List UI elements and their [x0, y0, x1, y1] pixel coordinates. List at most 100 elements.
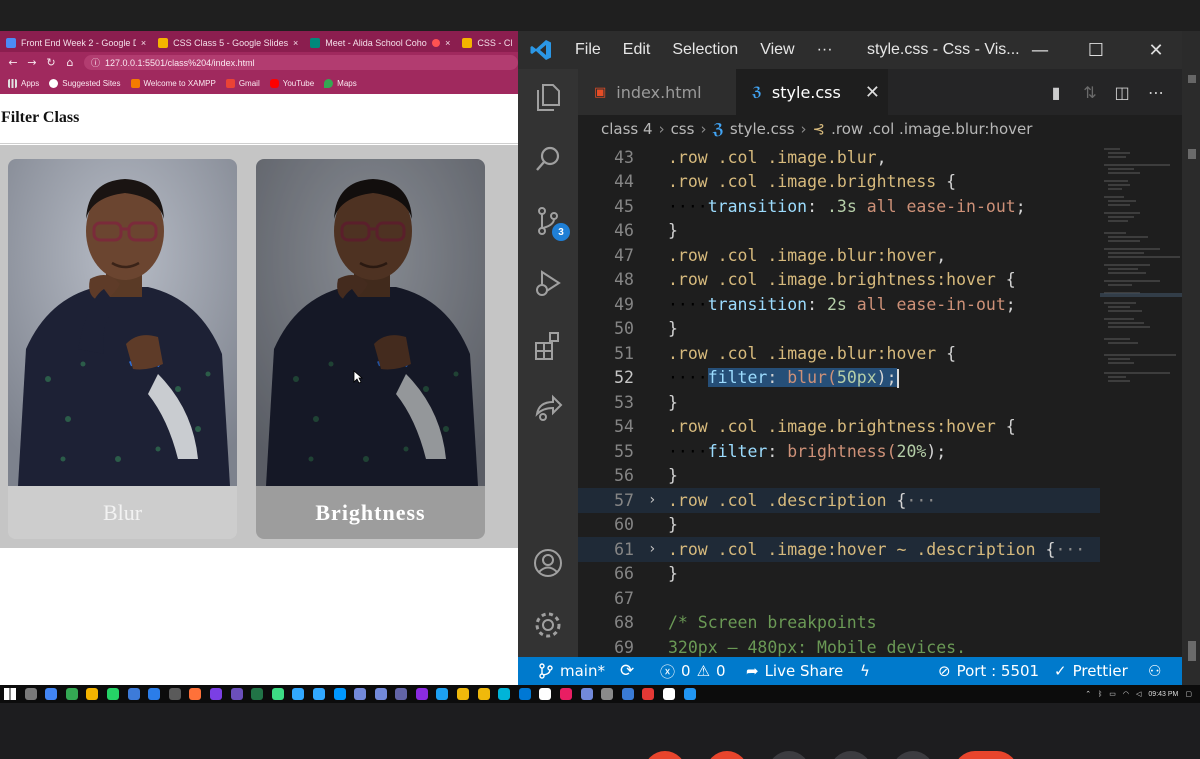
- source-control-icon[interactable]: 3: [528, 201, 570, 241]
- code-line[interactable]: 69 320px — 480px: Mobile devices.: [578, 635, 1100, 657]
- browser-tab-meet[interactable]: Meet - Alida School Cohort ×: [304, 33, 456, 52]
- code-line[interactable]: 51 .row .col .image.blur:hover {: [578, 341, 1100, 366]
- url-field[interactable]: ⓘ 127.0.0.1:5501/class%204/index.html: [84, 55, 518, 70]
- breadcrumb-folder[interactable]: class 4: [601, 120, 653, 138]
- taskbar-app-icon[interactable]: [271, 688, 284, 700]
- file-icon[interactable]: ▮: [1044, 81, 1068, 103]
- taskbar-app-icon[interactable]: [333, 688, 346, 700]
- code-line[interactable]: 53}: [578, 390, 1100, 415]
- taskbar-app-icon[interactable]: [209, 688, 222, 700]
- settings-gear-icon[interactable]: [528, 605, 568, 645]
- tab-close-icon[interactable]: ×: [445, 38, 450, 48]
- network-icon[interactable]: ▭: [1109, 690, 1116, 698]
- code-line[interactable]: 60}: [578, 513, 1100, 538]
- code-line[interactable]: 56}: [578, 464, 1100, 489]
- portrait-photo-brightness[interactable]: [256, 159, 485, 486]
- taskbar-app-icon[interactable]: [189, 688, 202, 700]
- code-line[interactable]: 54 .row .col .image.brightness:hover {: [578, 415, 1100, 440]
- taskbar-app-icon[interactable]: [683, 688, 696, 700]
- taskbar-app-icon[interactable]: [601, 688, 614, 700]
- menu-more[interactable]: ···: [806, 41, 844, 59]
- prettier-status[interactable]: ✓ Prettier: [1054, 657, 1128, 685]
- notifications-icon[interactable]: ▢: [1185, 690, 1192, 698]
- forward-icon[interactable]: →: [27, 56, 37, 69]
- scroll-arrow-icon[interactable]: [1188, 75, 1196, 83]
- taskbar-app-icon[interactable]: [106, 688, 119, 700]
- code-line[interactable]: 52 ····filter: blur(50px);: [578, 366, 1100, 391]
- code-line[interactable]: 47 .row .col .image.blur:hover,: [578, 243, 1100, 268]
- browser-tab-css[interactable]: CSS - Class 4: [456, 33, 518, 52]
- explorer-icon[interactable]: [528, 77, 568, 117]
- code-line[interactable]: 45 ····transition: .3s all ease-in-out;: [578, 194, 1100, 219]
- code-line[interactable]: 57 › .row .col .description {···: [578, 488, 1100, 513]
- mic-off-button[interactable]: [644, 751, 686, 759]
- bookmark-maps[interactable]: Maps: [324, 79, 357, 88]
- code-line[interactable]: 67: [578, 586, 1100, 611]
- extensions-icon[interactable]: [528, 325, 568, 365]
- scroll-thumb[interactable]: [1188, 149, 1196, 159]
- code-editor[interactable]: 43 .row .col .image.blur, 44 .row .col .ima…: [578, 143, 1100, 657]
- menu-selection[interactable]: Selection: [661, 41, 749, 59]
- code-line[interactable]: 61 › .row .col .image:hover ~ .description…: [578, 537, 1100, 562]
- bookmark-gmail[interactable]: Gmail: [225, 79, 260, 88]
- live-share-status[interactable]: ➦ Live Share: [746, 657, 843, 685]
- code-line[interactable]: 50}: [578, 317, 1100, 342]
- taskbar-app-icon[interactable]: [230, 688, 243, 700]
- fold-chevron-icon[interactable]: ›: [648, 492, 656, 508]
- problems-indicator[interactable]: ⓧ 0 ⚠ 0: [660, 657, 726, 685]
- menu-view[interactable]: View: [749, 41, 805, 59]
- taskbar-app-icon[interactable]: [395, 688, 408, 700]
- card-blur[interactable]: Blur: [8, 159, 237, 539]
- lightning-button[interactable]: ϟ: [860, 657, 870, 685]
- home-icon[interactable]: ⌂: [65, 56, 75, 69]
- reload-icon[interactable]: ↻: [46, 56, 56, 69]
- bookmark-apps[interactable]: Apps: [8, 79, 39, 88]
- feedback-button[interactable]: ⚇: [1148, 657, 1161, 685]
- taskbar-app-icon[interactable]: [168, 688, 181, 700]
- scroll-thumb[interactable]: [1188, 641, 1196, 661]
- split-editor-icon[interactable]: ◫: [1110, 81, 1134, 103]
- taskbar-app-icon[interactable]: [415, 688, 428, 700]
- code-line[interactable]: 48 .row .col .image.brightness:hover {: [578, 268, 1100, 293]
- camera-off-button[interactable]: [706, 751, 748, 759]
- taskbar-app-icon[interactable]: [148, 688, 161, 700]
- taskbar-app-icon[interactable]: [45, 688, 58, 700]
- taskbar-app-icon[interactable]: [663, 688, 675, 700]
- chevron-up-icon[interactable]: ⌃: [1085, 690, 1091, 698]
- taskbar-app-icon[interactable]: [477, 688, 490, 700]
- windows-start-icon[interactable]: [4, 688, 16, 700]
- maximize-button[interactable]: ☐: [1076, 31, 1116, 69]
- taskbar-app-icon[interactable]: [518, 688, 531, 700]
- code-line[interactable]: 43 .row .col .image.blur,: [578, 145, 1100, 170]
- code-line[interactable]: 68 /* Screen breakpoints: [578, 611, 1100, 636]
- taskbar-app-icon[interactable]: [436, 688, 449, 700]
- taskbar-app-icon[interactable]: [24, 688, 37, 700]
- raise-hand-button[interactable]: [830, 751, 872, 759]
- breadcrumb-symbol[interactable]: .row .col .image.blur:hover: [831, 120, 1032, 138]
- bluetooth-icon[interactable]: ᛒ: [1098, 691, 1102, 698]
- taskbar-app-icon[interactable]: [127, 688, 140, 700]
- clock[interactable]: 09:43 PM: [1148, 691, 1178, 698]
- minimize-button[interactable]: —: [1020, 31, 1060, 69]
- portrait-photo-blur[interactable]: [8, 159, 237, 486]
- breadcrumb-file[interactable]: style.css: [730, 120, 795, 138]
- code-line[interactable]: 49 ····transition: 2s all ease-in-out;: [578, 292, 1100, 317]
- tab-close-icon[interactable]: ×: [293, 38, 298, 48]
- taskbar-app-icon[interactable]: [621, 688, 634, 700]
- browser-tab-drive[interactable]: Front End Week 2 - Google Drive ×: [0, 33, 152, 52]
- sync-button[interactable]: ⟳: [620, 657, 634, 685]
- taskbar-app-icon[interactable]: [86, 688, 99, 700]
- taskbar-app-icon[interactable]: [354, 688, 367, 700]
- taskbar-app-icon[interactable]: [374, 688, 387, 700]
- card-brightness[interactable]: Brightness: [256, 159, 485, 539]
- taskbar-app-icon[interactable]: [251, 688, 264, 700]
- accounts-icon[interactable]: [528, 543, 568, 583]
- minimap[interactable]: [1100, 143, 1184, 657]
- info-icon[interactable]: ⓘ: [91, 56, 100, 69]
- browser-tab-slides[interactable]: CSS Class 5 - Google Slides ×: [152, 33, 304, 52]
- live-server-port[interactable]: ⊘ Port : 5501: [938, 657, 1039, 685]
- bookmark-suggested-sites[interactable]: Suggested Sites: [49, 79, 121, 88]
- bookmark-xampp[interactable]: Welcome to XAMPP: [130, 79, 216, 88]
- tab-style-css[interactable]: ℨ style.css ✕: [736, 69, 888, 115]
- taskbar-app-icon[interactable]: [312, 688, 325, 700]
